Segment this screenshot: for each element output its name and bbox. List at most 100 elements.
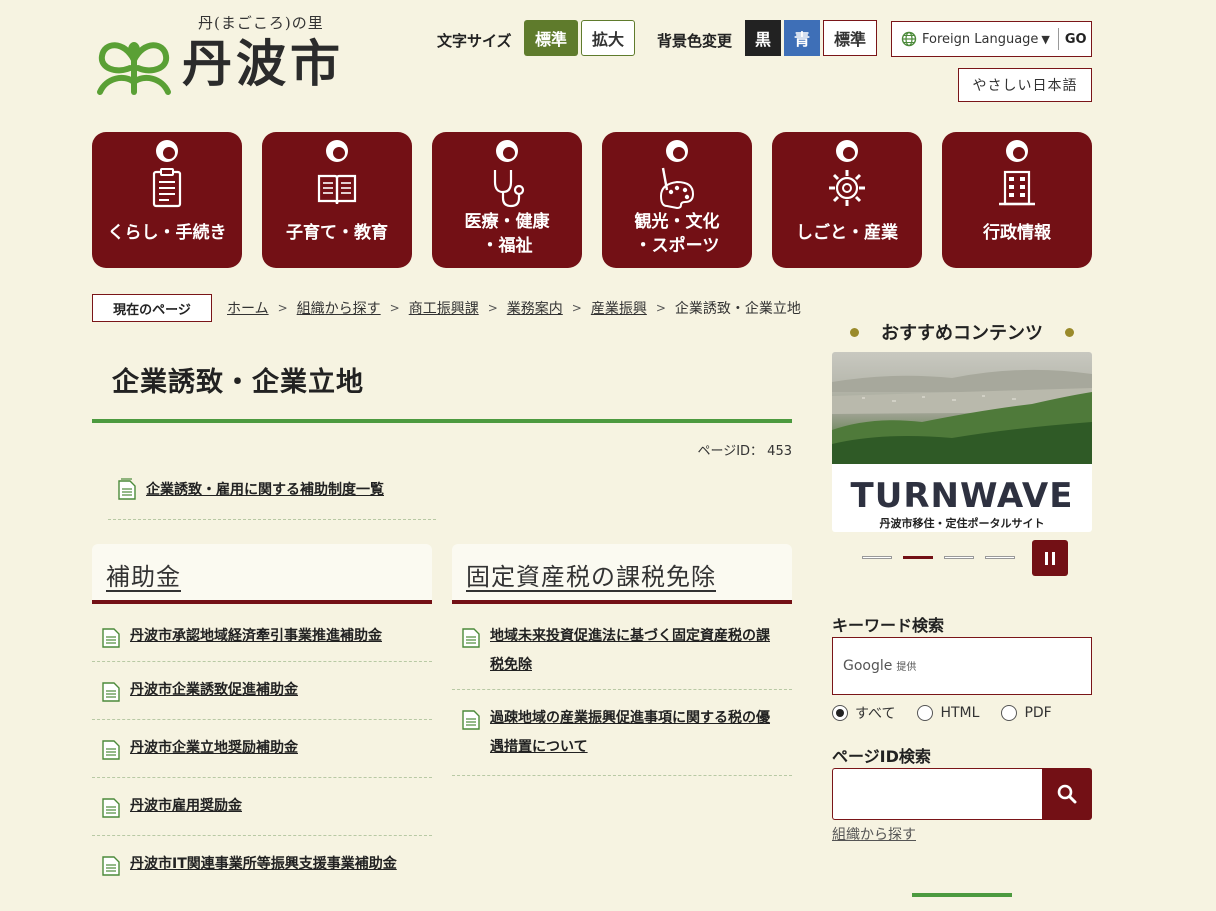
document-icon [102, 798, 120, 818]
slider-pagination [862, 556, 1026, 559]
turnwave-banner[interactable]: TURNWAVE 丹波市移住・定住ポータルサイト [832, 352, 1092, 532]
nav-item-tourism[interactable]: 観光・文化 ・スポーツ [602, 132, 752, 268]
slider-dot[interactable] [944, 556, 974, 559]
breadcrumb-link[interactable]: 産業振興 [591, 298, 647, 318]
bg-color-label: 背景色変更 [657, 32, 733, 50]
nav-hole-decoration [836, 140, 858, 162]
keyword-search-input[interactable]: Google 提供 [832, 637, 1092, 695]
radio-label: HTML [940, 705, 980, 721]
pause-icon [1052, 551, 1055, 565]
page-id-search-button[interactable] [1042, 768, 1092, 820]
language-select-label[interactable]: Foreign Language [922, 32, 1038, 47]
gear-icon [829, 170, 865, 206]
list-item: 丹波市雇用奨励金 [92, 778, 432, 836]
slider-dot-active[interactable] [903, 556, 933, 559]
radio-html[interactable]: HTML [917, 703, 979, 723]
easy-japanese-button[interactable]: やさしい日本語 [958, 68, 1092, 102]
bg-black-button[interactable]: 黒 [745, 20, 781, 56]
breadcrumb-link[interactable]: ホーム [227, 298, 269, 318]
language-go-button[interactable]: GO [1065, 32, 1087, 47]
turnwave-logo: TURNWAVE [850, 476, 1074, 516]
slider-dot[interactable] [985, 556, 1015, 559]
site-tagline: 丹(まごころ)の里 [198, 14, 324, 32]
bottom-accent-bar [912, 893, 1012, 897]
page-id-input[interactable] [832, 768, 1042, 820]
nav-label: 子育て・教育 [286, 223, 388, 243]
page-link[interactable]: 丹波市企業誘致促進補助金 [130, 676, 298, 705]
org-search-link[interactable]: 組織から探す [832, 824, 916, 844]
pause-icon [1045, 551, 1048, 565]
site-logo[interactable]: 丹(まごころ)の里 丹波市 [94, 12, 364, 102]
nav-label: 観光・文化 ・スポーツ [634, 212, 720, 256]
caret-down-icon: ▼ [1041, 32, 1050, 46]
google-branding: Google 提供 [843, 658, 916, 674]
mountain-landscape-image [832, 369, 1092, 464]
google-provided-label: 提供 [896, 662, 917, 673]
page-link[interactable]: 丹波市承認地域経済牽引事業推進補助金 [130, 622, 382, 651]
nav-hole-decoration [666, 140, 688, 162]
banner-subtitle: 丹波市移住・定住ポータルサイト [879, 517, 1045, 530]
section-heading-link[interactable]: 固定資産税の課税免除 [466, 557, 716, 592]
breadcrumb-current: 企業誘致・企業立地 [674, 301, 801, 317]
list-item: 丹波市IT関連事業所等振興支援事業補助金 [92, 836, 432, 911]
section-heading-link[interactable]: 補助金 [106, 557, 181, 592]
chevron-right-icon: > [655, 301, 666, 315]
radio-label: すべて [855, 706, 896, 722]
radio-pdf[interactable]: PDF [1001, 703, 1052, 723]
nav-item-work[interactable]: しごと・産業 [772, 132, 922, 268]
list-item: 丹波市承認地域経済牽引事業推進補助金 [92, 604, 432, 662]
chevron-right-icon: > [487, 301, 498, 315]
page-id-search-label: ページID検索 [832, 747, 931, 766]
slider-dot[interactable] [862, 556, 892, 559]
section-header: 補助金 [92, 544, 432, 604]
breadcrumb-link[interactable]: 業務案内 [507, 298, 563, 318]
section-header: 固定資産税の課税免除 [452, 544, 792, 604]
bg-blue-button[interactable]: 青 [784, 20, 820, 56]
book-icon [317, 174, 357, 205]
radio-icon[interactable] [917, 705, 934, 721]
page-link[interactable]: 地域未来投資促進法に基づく固定資産税の課税免除 [490, 622, 780, 680]
section-property-tax-exemption: 固定資産税の課税免除 地域未来投資促進法に基づく固定資産税の課税免除 過疎地域の… [452, 544, 792, 776]
subsidy-overview-link[interactable]: 企業誘致・雇用に関する補助制度一覧 [146, 478, 384, 502]
nav-label: しごと・産業 [796, 223, 898, 243]
page-link[interactable]: 丹波市雇用奨励金 [130, 792, 242, 821]
recommended-title: おすすめコンテンツ [881, 323, 1043, 344]
document-icon [462, 710, 480, 730]
list-item: 丹波市企業立地奨励補助金 [92, 720, 432, 778]
building-icon [999, 170, 1035, 206]
nav-label: 行政情報 [983, 223, 1051, 243]
radio-icon[interactable] [1001, 705, 1018, 721]
nav-item-medical[interactable]: 医療・健康 ・福祉 [432, 132, 582, 268]
nav-label: くらし・手続き [107, 223, 227, 243]
font-size-standard-button[interactable]: 標準 [524, 20, 578, 56]
section-subsidies: 補助金 丹波市承認地域経済牽引事業推進補助金 丹波市企業誘致促進補助金 丹波市企… [92, 544, 432, 911]
nav-item-childcare[interactable]: 子育て・教育 [262, 132, 412, 268]
breadcrumb-link[interactable]: 組織から探す [297, 298, 381, 318]
global-nav: くらし・手続き 子育て・教育 医療・健康 ・福祉 観光・文化 ・スポーツ しごと… [92, 132, 1092, 268]
title-underline [92, 419, 792, 423]
google-logo: Google [843, 658, 893, 674]
nav-item-administration[interactable]: 行政情報 [942, 132, 1092, 268]
breadcrumb-link[interactable]: 商工振興課 [409, 298, 479, 318]
stethoscope-icon [493, 170, 525, 208]
globe-icon [901, 31, 917, 47]
page-link[interactable]: 丹波市企業立地奨励補助金 [130, 734, 298, 763]
bg-standard-button[interactable]: 標準 [823, 20, 877, 56]
nav-hole-decoration [496, 140, 518, 162]
page-link[interactable]: 過疎地域の産業振興促進事項に関する税の優遇措置について [490, 704, 780, 762]
language-selector[interactable]: Foreign Language ▼ GO [891, 21, 1092, 57]
radio-all[interactable]: すべて [832, 703, 895, 723]
site-name: 丹波市 [182, 35, 344, 93]
page-id: ページID： 453 [697, 444, 792, 459]
breadcrumb-current-label: 現在のページ [92, 294, 212, 322]
font-size-large-button[interactable]: 拡大 [581, 20, 635, 56]
link-list: 丹波市承認地域経済牽引事業推進補助金 丹波市企業誘致促進補助金 丹波市企業立地奨… [92, 604, 432, 911]
chevron-right-icon: > [571, 301, 582, 315]
pause-button[interactable] [1032, 540, 1068, 576]
chevron-right-icon: > [277, 301, 288, 315]
document-icon [102, 682, 120, 702]
page-title: 企業誘致・企業立地 [112, 367, 364, 398]
nav-item-living[interactable]: くらし・手続き [92, 132, 242, 268]
radio-selected-icon[interactable] [832, 705, 848, 721]
page-link[interactable]: 丹波市IT関連事業所等振興支援事業補助金 [130, 850, 420, 879]
